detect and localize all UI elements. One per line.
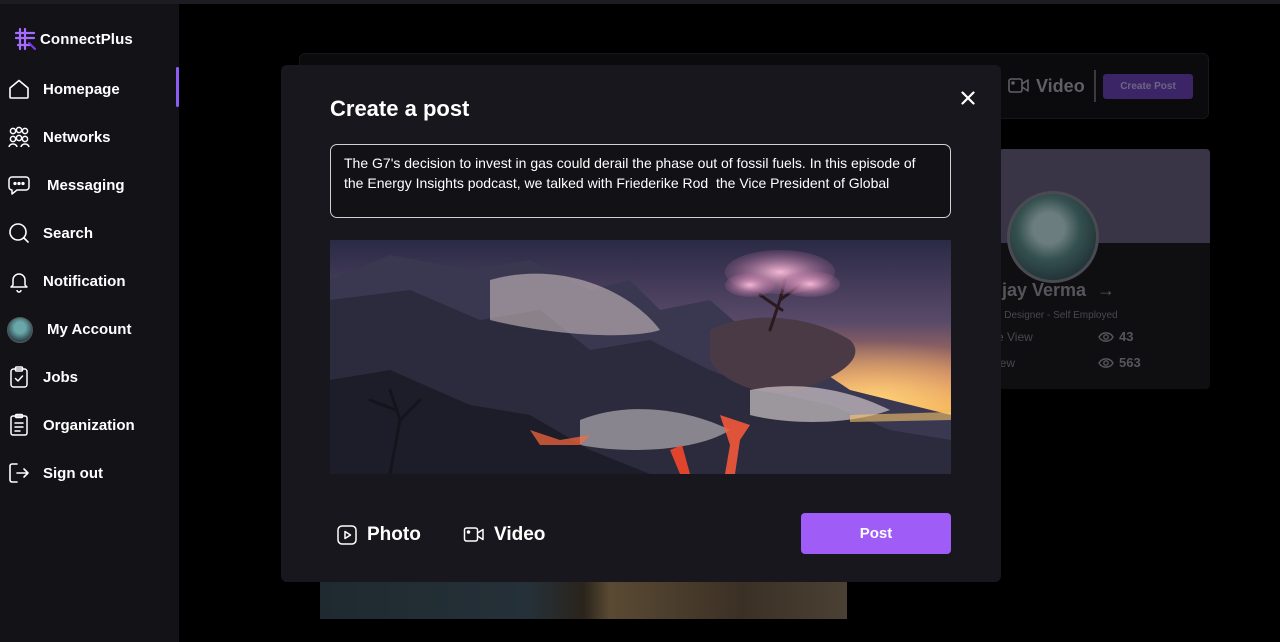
sidebar-item-notification[interactable]: Notification — [0, 259, 179, 303]
profile-stat-value: 563 — [1098, 355, 1141, 370]
network-icon — [7, 125, 31, 149]
close-button[interactable] — [957, 87, 979, 109]
background-profile-card: ijay Verma → ll Designer - Self Employed… — [999, 149, 1210, 389]
sidebar-item-label: Search — [43, 224, 94, 242]
sidebar-item-label: Jobs — [43, 368, 79, 386]
arrow-right-icon[interactable]: → — [1097, 280, 1115, 301]
eye-icon — [1098, 357, 1114, 368]
sidebar-item-homepage[interactable]: Homepage — [0, 67, 179, 111]
sign-out-icon — [7, 461, 31, 485]
sidebar-item-organization[interactable]: Organization — [0, 403, 179, 447]
post-text-input[interactable]: The G7's decision to invest in gas could… — [330, 144, 951, 218]
bell-icon — [7, 269, 31, 293]
clipboard-check-icon — [7, 365, 31, 389]
window-top-strip — [0, 0, 1280, 4]
sidebar-item-label: Organization — [43, 416, 135, 434]
sidebar-item-messaging[interactable]: Messaging — [0, 163, 179, 207]
close-icon — [961, 91, 975, 105]
profile-stat-label: e View — [999, 330, 1033, 344]
sidebar-item-label: Networks — [43, 128, 111, 146]
background-video-label: Video — [1036, 76, 1085, 96]
post-image — [330, 240, 951, 474]
add-photo-button[interactable]: Photo — [336, 523, 421, 547]
photo-label: Photo — [367, 524, 421, 545]
connectplus-logo-icon — [14, 27, 37, 51]
sidebar-item-networks[interactable]: Networks — [0, 115, 179, 159]
profile-name[interactable]: ijay Verma — [999, 280, 1086, 301]
profile-stat-label: iew — [999, 356, 1016, 370]
background-post-photo — [320, 582, 847, 619]
sidebar-item-sign-out[interactable]: Sign out — [0, 451, 179, 495]
video-label: Video — [494, 524, 546, 545]
sidebar-item-label: My Account — [47, 320, 132, 338]
video-icon — [1008, 78, 1029, 93]
sidebar-item-my-account[interactable]: My Account — [0, 307, 179, 351]
profile-avatar — [1007, 191, 1099, 283]
photo-icon — [337, 525, 357, 545]
create-post-button[interactable]: Create Post — [1103, 74, 1193, 99]
sidebar-item-label: Messaging — [47, 176, 125, 194]
profile-stat-value: 43 — [1098, 329, 1133, 344]
sidebar-item-search[interactable]: Search — [0, 211, 179, 255]
sidebar-item-label: Homepage — [43, 80, 120, 98]
add-video-button[interactable]: Video — [463, 523, 545, 547]
sidebar: ConnectPlus Homepage Networks Messaging … — [0, 4, 179, 642]
document-icon — [7, 413, 31, 437]
avatar — [7, 317, 33, 343]
sidebar-item-jobs[interactable]: Jobs — [0, 355, 179, 399]
search-icon — [7, 221, 31, 245]
video-icon — [463, 527, 484, 542]
brand[interactable]: ConnectPlus — [12, 26, 133, 52]
modal-title: Create a post — [330, 96, 470, 121]
sidebar-item-label: Sign out — [43, 464, 103, 482]
profile-role: ll Designer - Self Employed — [999, 310, 1118, 321]
eye-icon — [1098, 331, 1114, 342]
divider — [1094, 70, 1096, 102]
post-image-preview — [330, 240, 951, 474]
post-button[interactable]: Post — [801, 513, 951, 554]
create-post-modal: Create a post The G7's decision to inves… — [281, 65, 1001, 582]
chat-icon — [7, 173, 31, 197]
app-name: ConnectPlus — [40, 30, 133, 48]
sidebar-item-label: Notification — [43, 272, 126, 290]
home-icon — [7, 77, 31, 101]
